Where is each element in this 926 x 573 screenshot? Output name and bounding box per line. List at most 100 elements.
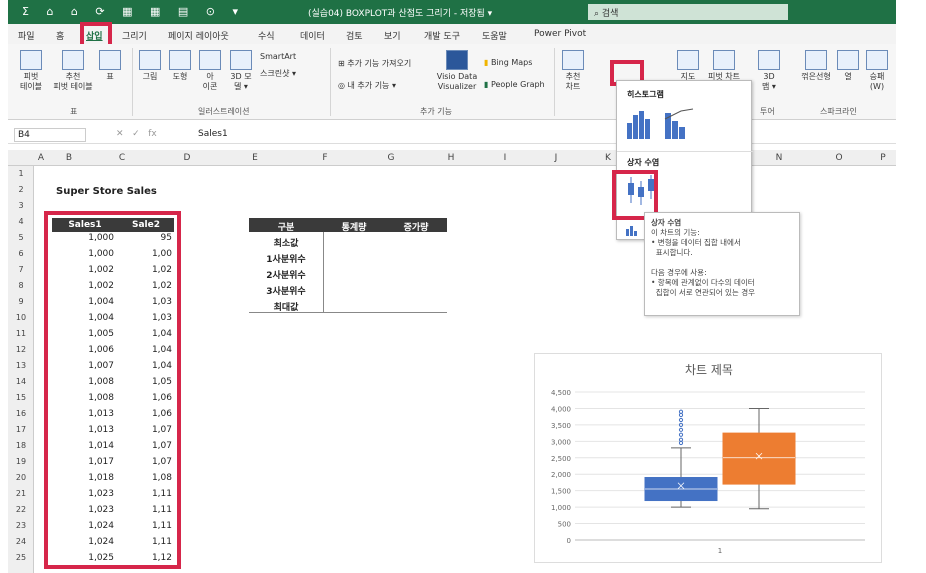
column-header-J[interactable]: J bbox=[530, 153, 582, 163]
stats-row-label[interactable]: 2사분위수 bbox=[249, 268, 323, 281]
row-header-5[interactable]: 5 bbox=[8, 233, 34, 242]
column-header-I[interactable]: I bbox=[480, 153, 530, 163]
tab-data[interactable]: 데이터 bbox=[300, 29, 325, 42]
screenshot-button[interactable]: 스크린샷 ▾ bbox=[260, 68, 296, 79]
outlier-point bbox=[678, 437, 684, 442]
quick-access-toolbar[interactable]: Σ ⌂ ⌂ ⟳ ▦ ▦ ▤ ⊙ ▾ bbox=[22, 5, 245, 18]
shapes-icon bbox=[169, 50, 191, 70]
3d-models-button[interactable]: 3D 모 델 ▾ bbox=[226, 50, 256, 92]
maps-button[interactable]: 지도 bbox=[674, 50, 702, 82]
row-header-7[interactable]: 7 bbox=[8, 265, 34, 274]
picture-button[interactable]: 그림 bbox=[136, 50, 164, 82]
people-graph-button[interactable]: ▮ People Graph bbox=[484, 80, 545, 89]
row-header-15[interactable]: 15 bbox=[8, 393, 34, 402]
row-header-13[interactable]: 13 bbox=[8, 361, 34, 370]
row-header-2[interactable]: 2 bbox=[8, 185, 34, 194]
row-header-24[interactable]: 24 bbox=[8, 537, 34, 546]
tab-help[interactable]: 도움말 bbox=[482, 29, 507, 42]
smartart-button[interactable]: SmartArt bbox=[260, 52, 296, 61]
column-header-N[interactable]: N bbox=[750, 153, 808, 163]
search-input[interactable]: ⌕ 검색 bbox=[588, 4, 788, 20]
row-header-16[interactable]: 16 bbox=[8, 409, 34, 418]
separator bbox=[330, 48, 331, 116]
y-tick-label: 0 bbox=[567, 537, 571, 545]
bing-maps-button[interactable]: ▮ Bing Maps bbox=[484, 58, 532, 67]
column-header-A[interactable]: A bbox=[34, 153, 48, 163]
formula-input[interactable]: Sales1 bbox=[198, 129, 228, 139]
row-header-3[interactable]: 3 bbox=[8, 201, 34, 210]
row-header-19[interactable]: 19 bbox=[8, 457, 34, 466]
tab-view[interactable]: 보기 bbox=[384, 29, 401, 42]
3d-map-button[interactable]: 3D 맵 ▾ bbox=[756, 50, 782, 92]
recommended-charts-button[interactable]: 추천 차트 bbox=[560, 50, 586, 92]
row-header-17[interactable]: 17 bbox=[8, 425, 34, 434]
column-header-O[interactable]: O bbox=[808, 153, 870, 163]
box-whisker-tooltip: 상자 수염 이 차트의 기능: • 변형을 데이터 집합 내에서 표시합니다. 다음… bbox=[644, 212, 800, 316]
tab-review[interactable]: 검토 bbox=[346, 29, 363, 42]
icons-button[interactable]: 아 이콘 bbox=[196, 50, 224, 92]
column-header-H[interactable]: H bbox=[422, 153, 480, 163]
more-charts-icon[interactable] bbox=[625, 225, 641, 237]
row-header-23[interactable]: 23 bbox=[8, 521, 34, 530]
row-header-1[interactable]: 1 bbox=[8, 169, 34, 178]
tab-power-pivot[interactable]: Power Pivot bbox=[534, 29, 586, 39]
column-header-C[interactable]: C bbox=[90, 153, 154, 163]
separator bbox=[554, 48, 555, 116]
tab-draw[interactable]: 그리기 bbox=[122, 29, 147, 42]
chart-title: 차트 제목 bbox=[685, 363, 733, 377]
sparkline-winloss-button[interactable]: 승패 (W) bbox=[864, 50, 890, 92]
row-header-14[interactable]: 14 bbox=[8, 377, 34, 386]
shapes-button[interactable]: 도형 bbox=[166, 50, 194, 82]
group-label-table: 표 bbox=[70, 107, 78, 116]
tab-formulas[interactable]: 수식 bbox=[258, 29, 275, 42]
row-header-25[interactable]: 25 bbox=[8, 553, 34, 562]
my-addins-button[interactable]: ◎ 내 추가 기능 ▾ bbox=[338, 80, 396, 91]
stats-row-label[interactable]: 1사분위수 bbox=[249, 252, 323, 265]
chart-icon bbox=[562, 50, 584, 70]
row-header-21[interactable]: 21 bbox=[8, 489, 34, 498]
sparkline-line-button[interactable]: 꺾은선형 bbox=[798, 50, 834, 82]
row-header-11[interactable]: 11 bbox=[8, 329, 34, 338]
pivot-table-button[interactable]: 피벗 테이블 bbox=[14, 50, 48, 92]
column-header-F[interactable]: F bbox=[290, 153, 360, 163]
ribbon-tabs: 파일 홈 삽입 그리기 페이지 레이아웃 수식 데이터 검토 보기 개발 도구 … bbox=[8, 24, 896, 44]
column-header-P[interactable]: P bbox=[870, 153, 896, 163]
stats-row-label[interactable]: 최소값 bbox=[249, 236, 323, 249]
box-whisker-chart[interactable]: 차트 제목 0 500 1,000 1,500 2,000 2,500 3,000 3,500 4… bbox=[534, 353, 882, 563]
row-header-6[interactable]: 6 bbox=[8, 249, 34, 258]
row-header-20[interactable]: 20 bbox=[8, 473, 34, 482]
row-header-4[interactable]: 4 bbox=[8, 217, 34, 226]
pivot-chart-button[interactable]: 피벗 차트 bbox=[704, 50, 744, 82]
line-sparkline-icon bbox=[805, 50, 827, 70]
row-header-12[interactable]: 12 bbox=[8, 345, 34, 354]
row-header-22[interactable]: 22 bbox=[8, 505, 34, 514]
group-label-illustrations: 일러스트레이션 bbox=[198, 107, 250, 116]
tab-developer[interactable]: 개발 도구 bbox=[424, 29, 460, 42]
stats-row-label[interactable]: 3사분위수 bbox=[249, 284, 323, 297]
outlier-point bbox=[678, 440, 684, 446]
name-box[interactable]: B4 bbox=[14, 128, 86, 142]
column-header-D[interactable]: D bbox=[154, 153, 220, 163]
tab-page-layout[interactable]: 페이지 레이아웃 bbox=[168, 29, 229, 42]
y-tick-label: 4,500 bbox=[551, 389, 571, 397]
column-header-B[interactable]: B bbox=[48, 153, 90, 163]
row-header-8[interactable]: 8 bbox=[8, 281, 34, 290]
row-header-9[interactable]: 9 bbox=[8, 297, 34, 306]
column-header-G[interactable]: G bbox=[360, 153, 422, 163]
row-header-10[interactable]: 10 bbox=[8, 313, 34, 322]
histogram-icon[interactable] bbox=[623, 105, 657, 141]
recommended-pivot-button[interactable]: 추천 피벗 테이블 bbox=[50, 50, 96, 92]
pareto-icon[interactable] bbox=[664, 108, 694, 139]
row-header-18[interactable]: 18 bbox=[8, 441, 34, 450]
row-headers: 1 2 3 4 5 6 7 8 9 10 11 12 13 14 15 16 17 18 19 20 21 22 23 24 2… bbox=[8, 166, 34, 573]
get-addins-button[interactable]: ⊞ 추가 기능 가져오기 bbox=[338, 58, 411, 69]
visio-button[interactable]: Visio Data Visualizer bbox=[434, 50, 480, 92]
column-header-E[interactable]: E bbox=[220, 153, 290, 163]
table-button[interactable]: 표 bbox=[96, 50, 124, 82]
tab-file[interactable]: 파일 bbox=[18, 29, 35, 42]
tab-home[interactable]: 홈 bbox=[56, 29, 64, 42]
sparkline-column-button[interactable]: 열 bbox=[836, 50, 860, 82]
y-tick-label: 4,000 bbox=[551, 405, 571, 413]
fx-icon[interactable]: ✕ ✓ fx bbox=[116, 129, 157, 139]
x-tick-label: 1 bbox=[718, 547, 722, 555]
